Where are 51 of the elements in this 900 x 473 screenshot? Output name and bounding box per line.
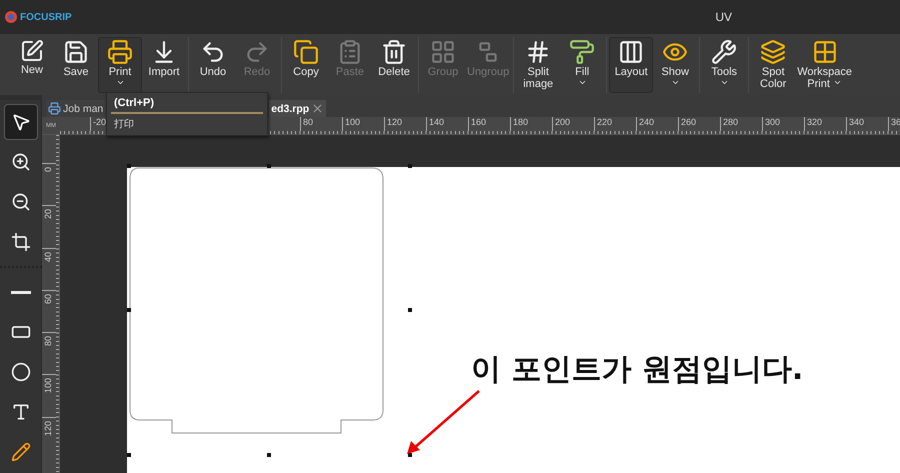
pencil-icon — [10, 441, 30, 463]
printer-icon — [48, 102, 61, 115]
zoom-out-icon — [10, 191, 30, 213]
tool-button[interactable] — [4, 104, 38, 140]
layout-icon — [618, 39, 644, 65]
printer-icon — [107, 39, 133, 65]
toolbar-button[interactable]: Spot Color — [751, 37, 796, 93]
selection-handle[interactable] — [127, 164, 131, 168]
logo-icon — [4, 10, 18, 24]
toolbar-button[interactable]: Import — [142, 37, 186, 93]
document-tab[interactable]: Job man — [46, 100, 106, 117]
selection-handle[interactable] — [127, 308, 131, 312]
selection-handle[interactable] — [408, 164, 412, 168]
crop-icon — [10, 231, 30, 253]
save-icon — [63, 39, 89, 65]
document-tab[interactable]: ed3.rpp — [269, 100, 326, 117]
annotation-text: 이 포인트가 원점입니다. — [471, 351, 804, 389]
selection-handle[interactable] — [127, 453, 131, 457]
toolbar-button[interactable]: Print — [98, 37, 142, 93]
wrench-icon — [711, 39, 738, 65]
toolbar-button[interactable]: Undo — [191, 37, 235, 93]
selection-handle[interactable] — [408, 453, 412, 457]
swatch-icon — [760, 39, 786, 65]
app-logo-text: FOCUSRIP — [20, 12, 72, 22]
tooltip-shortcut: (Ctrl+P) — [111, 95, 263, 114]
arrow-icon — [405, 389, 481, 455]
toolbar-button[interactable]: Copy — [284, 37, 328, 93]
group-icon — [430, 39, 456, 65]
line-icon — [10, 290, 30, 294]
toolbar-button[interactable]: New — [10, 37, 54, 93]
grid-icon — [812, 39, 838, 65]
toolbar-button[interactable]: Workspace Print — [795, 37, 854, 93]
copy-icon — [293, 39, 319, 65]
toolbar-button[interactable]: Show — [653, 37, 698, 93]
trash-icon — [381, 39, 407, 65]
paint-roller-icon — [569, 39, 596, 65]
toolbar-button[interactable]: Save — [54, 37, 98, 93]
selection-handle[interactable] — [267, 164, 271, 168]
toolbar-button[interactable]: Split image — [516, 37, 560, 93]
zoom-in-icon — [10, 151, 30, 173]
pencil-square-icon — [20, 39, 44, 63]
toolbar-button[interactable]: Delete — [372, 37, 416, 93]
ellipse-icon — [10, 361, 30, 383]
vertical-ruler: 0 20 40 60 80 100 120 — [42, 135, 60, 473]
tooltip-text: 打印 — [113, 118, 135, 131]
selection-handle[interactable] — [408, 308, 412, 312]
toolbar-button[interactable]: Tools — [702, 37, 746, 93]
selection-handle[interactable] — [267, 453, 271, 457]
toolbar-button[interactable]: Layout — [609, 37, 654, 93]
window-title: UV — [715, 10, 732, 24]
toolbar-button[interactable]: Fill — [560, 37, 604, 93]
